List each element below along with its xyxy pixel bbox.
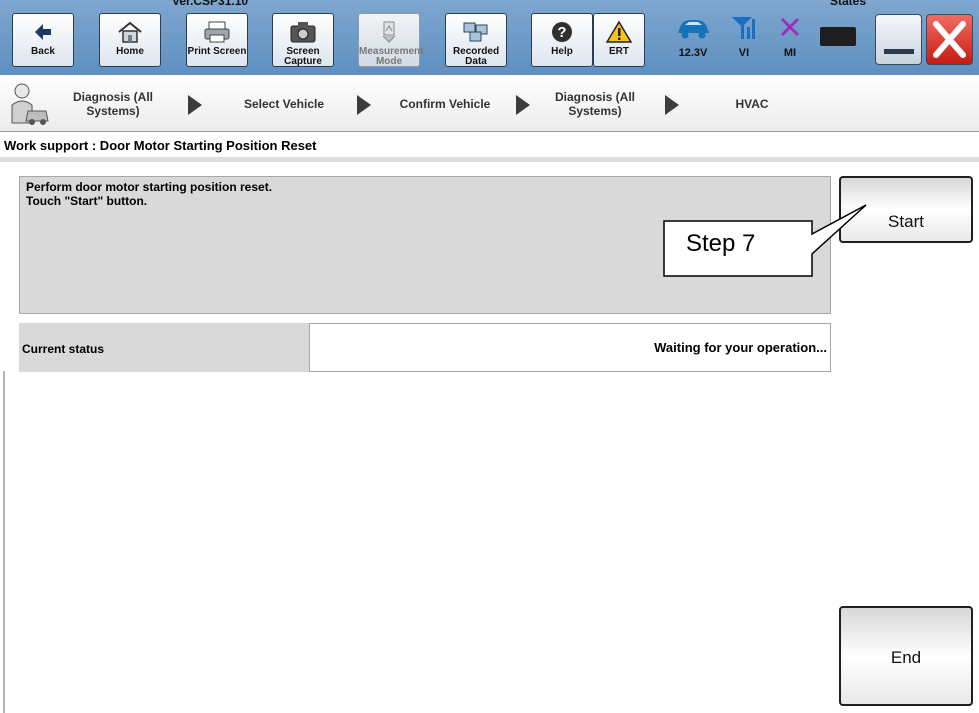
help-button-label: Help — [551, 46, 573, 57]
breadcrumb-arrow-icon — [188, 95, 202, 115]
help-icon: ? — [552, 22, 572, 42]
mi-label: MI — [783, 47, 797, 59]
toolbar: Ver.CSP31.10 States Back Home Print Scre… — [0, 0, 979, 75]
battery-voltage-text: 12.3V — [678, 47, 708, 59]
breadcrumb-select-vehicle[interactable]: Select Vehicle — [218, 75, 350, 132]
vi-indicator: VI — [724, 13, 764, 59]
breadcrumb-arrow-icon — [665, 95, 679, 115]
current-status-value: Waiting for your operation... — [309, 323, 831, 372]
instruction-line-1: Perform door motor starting position res… — [26, 180, 273, 194]
breadcrumb-arrow-icon — [357, 95, 371, 115]
breadcrumb-arrow-icon — [516, 95, 530, 115]
back-button-label: Back — [31, 46, 55, 57]
camera-icon — [290, 22, 316, 43]
breadcrumb-diagnosis-all-systems-2[interactable]: Diagnosis (All Systems) — [533, 75, 657, 132]
home-button[interactable]: Home — [99, 13, 161, 67]
breadcrumb-confirm-vehicle[interactable]: Confirm Vehicle — [379, 75, 511, 132]
vi-label: VI — [738, 47, 750, 59]
battery-status-icon — [820, 27, 856, 46]
recorded-data-button[interactable]: Recorded Data — [445, 13, 507, 67]
home-icon — [118, 21, 142, 43]
end-button[interactable]: End — [839, 606, 973, 706]
disconnected-icon — [780, 17, 800, 37]
version-label: Ver.CSP31.10 — [172, 0, 249, 8]
measurement-mode-label: Measurement Mode — [359, 46, 424, 67]
warning-icon — [606, 20, 632, 43]
battery-voltage-indicator: 12.3V — [668, 13, 718, 59]
left-border-line — [3, 371, 5, 713]
recorded-data-label: Recorded Data — [452, 46, 500, 67]
current-status-label: Current status — [19, 323, 309, 372]
step-callout-text: Step 7 — [686, 230, 756, 257]
states-label: States — [830, 0, 867, 8]
home-button-label: Home — [116, 46, 144, 57]
mi-indicator: MI — [770, 13, 810, 59]
ert-button-label: ERT — [609, 46, 629, 57]
breadcrumb: Diagnosis (All Systems) Select Vehicle C… — [0, 75, 979, 132]
measurement-mode-button[interactable]: Measurement Mode — [358, 13, 424, 67]
technician-icon — [11, 83, 49, 125]
ert-button[interactable]: ERT — [593, 13, 645, 67]
start-button[interactable]: Start — [839, 176, 973, 243]
printer-icon — [204, 21, 230, 43]
minimize-icon — [884, 49, 914, 54]
back-arrow-icon — [35, 24, 51, 40]
breadcrumb-diagnosis-all-systems[interactable]: Diagnosis (All Systems) — [52, 75, 174, 132]
print-screen-label: Print Screen — [187, 46, 247, 57]
screen-capture-button[interactable]: Screen Capture — [272, 13, 334, 67]
signal-icon — [732, 17, 755, 39]
page-title: Work support : Door Motor Starting Posit… — [4, 138, 317, 153]
close-icon — [933, 21, 966, 58]
breadcrumb-hvac[interactable]: HVAC — [690, 75, 814, 132]
minimize-button[interactable] — [875, 14, 922, 65]
svg-text:?: ? — [557, 24, 566, 41]
back-button[interactable]: Back — [12, 13, 74, 67]
help-button[interactable]: ? Help — [531, 13, 593, 67]
current-status-row: Current status Waiting for your operatio… — [19, 323, 831, 372]
title-divider — [0, 157, 979, 162]
close-button[interactable] — [926, 14, 973, 65]
recorded-data-icon — [463, 22, 488, 42]
print-screen-button[interactable]: Print Screen — [186, 13, 248, 67]
screen-capture-label: Screen Capture — [284, 46, 322, 67]
car-icon — [678, 20, 709, 39]
measurement-icon — [382, 21, 396, 43]
instruction-line-2: Touch "Start" button. — [26, 194, 148, 208]
